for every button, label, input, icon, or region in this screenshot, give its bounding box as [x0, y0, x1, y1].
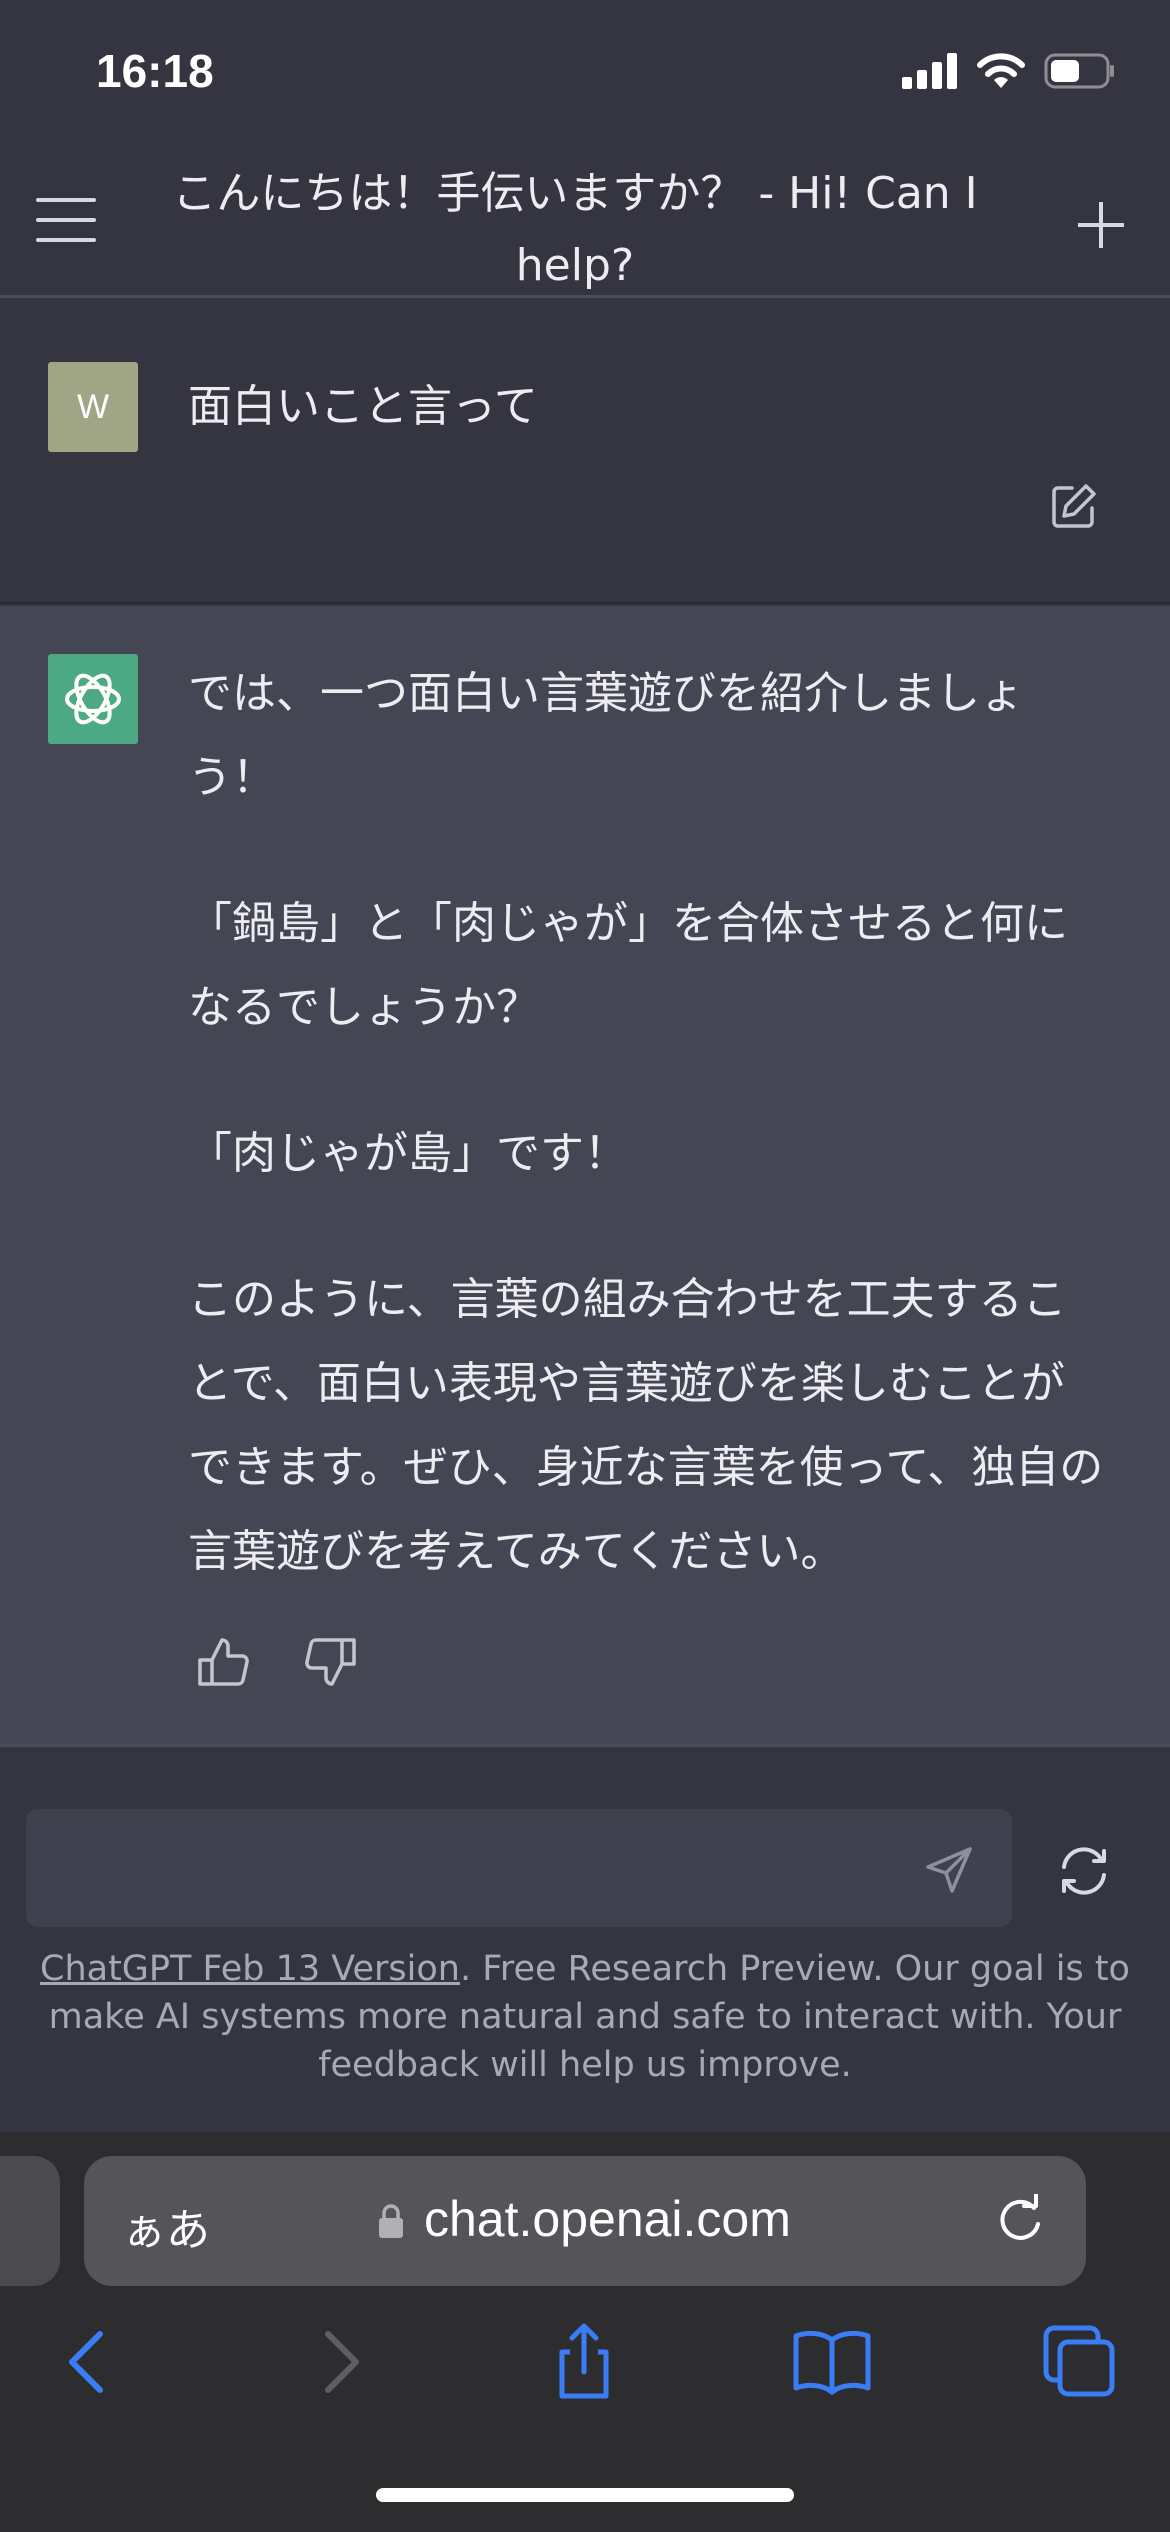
assistant-paragraph: 「鍋島」と「肉じゃが」を合体させると何になるでしょうか？: [188, 898, 1068, 1033]
tabs-button[interactable]: [1040, 2322, 1120, 2402]
chevron-left-icon: [69, 2331, 103, 2393]
browser-nav-row: [0, 2322, 1170, 2422]
assistant-paragraph: 「肉じゃが島」です！: [188, 1128, 628, 1179]
version-link[interactable]: ChatGPT Feb 13 Version: [40, 1949, 460, 1989]
send-icon: [926, 1847, 972, 1893]
bookmarks-button[interactable]: [792, 2322, 872, 2402]
assistant-message-body: では、一つ面白い言葉遊びを紹介しましょう！ 「鍋島」と「肉じゃが」を合体させると…: [188, 652, 1108, 1656]
thumbs-down-icon: [305, 1638, 356, 1686]
user-message-text: 面白いこと言って: [188, 381, 538, 432]
feedback-buttons: [196, 1634, 358, 1690]
forward-button[interactable]: [300, 2322, 380, 2402]
openai-logo-icon: [65, 673, 121, 725]
status-icons: [902, 52, 1116, 90]
assistant-paragraph: では、一つ面白い言葉遊びを紹介しましょう！: [188, 668, 1024, 803]
assistant-paragraph: このように、言葉の組み合わせを工夫することで、面白い表現や言葉遊びを楽しむことが…: [188, 1274, 1104, 1577]
text-size-button[interactable]: ぁあ: [122, 2194, 210, 2258]
share-button[interactable]: [544, 2322, 624, 2402]
assistant-avatar: [48, 654, 138, 744]
signal-icon: [902, 53, 957, 89]
tabs-icon: [1043, 2325, 1115, 2397]
hamburger-line: [36, 238, 96, 242]
back-button[interactable]: [48, 2322, 128, 2402]
disclaimer: ChatGPT Feb 13 Version. Free Research Pr…: [40, 1945, 1130, 2089]
browser-toolbar: ぁあ chat.openai.com: [0, 2132, 1170, 2532]
lock-icon: [379, 2204, 403, 2238]
user-message: W 面白いこと言って: [0, 308, 1170, 604]
edit-message-button[interactable]: [1050, 482, 1098, 530]
share-icon: [559, 2323, 609, 2399]
hamburger-line: [36, 218, 96, 222]
status-bar: 16:18: [0, 0, 1170, 140]
battery-icon: [1044, 53, 1114, 89]
url-text: chat.openai.com: [424, 2191, 791, 2247]
new-chat-button[interactable]: [1076, 200, 1126, 250]
wifi-icon: [977, 53, 1025, 88]
plus-icon: [1078, 202, 1124, 248]
menu-button[interactable]: [36, 198, 96, 242]
chat-header: こんにちは！手伝いますか？ - Hi! Can I help?: [0, 140, 1170, 298]
assistant-message: では、一つ面白い言葉遊びを紹介しましょう！ 「鍋島」と「肉じゃが」を合体させると…: [0, 606, 1170, 1744]
thumbs-down-button[interactable]: [302, 1634, 358, 1690]
chat-title: こんにちは！手伝いますか？ - Hi! Can I help?: [172, 168, 978, 291]
thumbs-up-icon: [198, 1638, 249, 1686]
thumbs-up-button[interactable]: [196, 1634, 252, 1690]
previous-tab-peek[interactable]: [0, 2156, 60, 2286]
chevron-right-icon: [325, 2331, 359, 2393]
status-time: 16:18: [96, 45, 214, 97]
message-input[interactable]: [26, 1809, 1012, 1927]
send-button[interactable]: [924, 1845, 974, 1895]
hamburger-icon: [36, 198, 96, 202]
home-indicator[interactable]: [376, 2488, 794, 2502]
refresh-icon: [1062, 1847, 1106, 1895]
composer-area: ChatGPT Feb 13 Version. Free Research Pr…: [0, 1744, 1170, 2132]
user-avatar: W: [48, 362, 138, 452]
regenerate-button[interactable]: [1056, 1843, 1112, 1899]
reload-icon[interactable]: [994, 2194, 1046, 2246]
book-icon: [793, 2330, 871, 2395]
address-bar[interactable]: ぁあ chat.openai.com: [84, 2156, 1086, 2286]
edit-icon: [1052, 484, 1096, 528]
